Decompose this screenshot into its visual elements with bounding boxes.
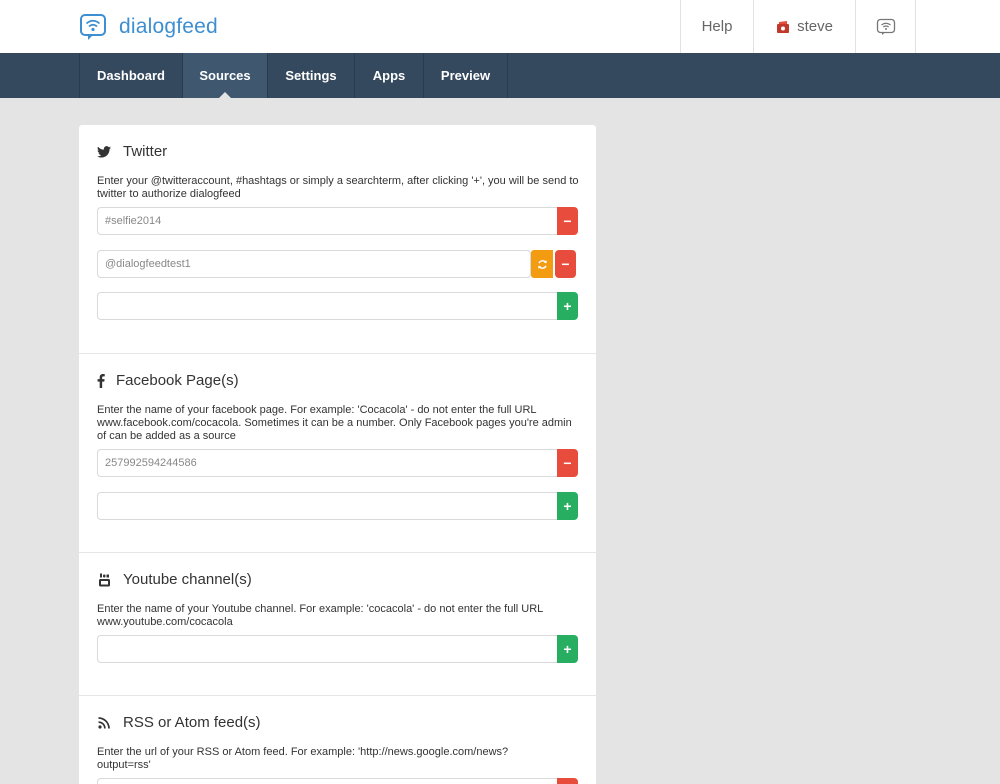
feed-icon xyxy=(876,18,895,35)
add-button[interactable]: + xyxy=(557,635,578,663)
user-menu[interactable]: steve xyxy=(753,0,855,53)
facebook-add-row: + xyxy=(97,492,578,520)
twitter-title-text: Twitter xyxy=(123,143,168,160)
remove-button[interactable]: − xyxy=(555,250,576,278)
plus-icon: + xyxy=(563,641,572,657)
youtube-add-row: + xyxy=(97,635,578,663)
help-link[interactable]: Help xyxy=(680,0,753,53)
tab-apps[interactable]: Apps xyxy=(355,53,424,98)
dialogfeed-logo-icon xyxy=(80,14,106,40)
plus-icon: + xyxy=(563,498,572,514)
twitter-section: Twitter Enter your @twitteraccount, #has… xyxy=(79,125,596,353)
user-avatar-icon xyxy=(776,20,790,34)
rss-description: Enter the url of your RSS or Atom feed. … xyxy=(97,746,509,771)
twitter-entry-row: #selfie2014 − xyxy=(97,207,578,235)
brand-name: dialogfeed xyxy=(119,15,218,38)
minus-icon: − xyxy=(563,455,572,471)
refresh-icon xyxy=(537,259,547,269)
youtube-icon xyxy=(96,573,112,587)
twitter-new-source-input[interactable] xyxy=(97,292,557,320)
twitter-entry-field[interactable]: #selfie2014 xyxy=(97,207,557,235)
tab-sources[interactable]: Sources xyxy=(183,53,268,98)
youtube-description: Enter the name of your Youtube channel. … xyxy=(97,603,543,628)
youtube-new-source-input[interactable] xyxy=(97,635,557,663)
facebook-title-text: Facebook Page(s) xyxy=(116,372,239,389)
twitter-icon xyxy=(96,145,112,158)
rss-entry-field[interactable] xyxy=(97,778,557,784)
facebook-entry-row: 257992594244586 − xyxy=(97,449,578,477)
refresh-auth-button[interactable] xyxy=(531,250,553,278)
facebook-new-source-input[interactable] xyxy=(97,492,557,520)
rss-entry-row: − xyxy=(97,778,578,784)
minus-icon: − xyxy=(563,213,572,229)
minus-icon: − xyxy=(561,256,570,272)
top-nav: Help steve xyxy=(680,0,916,53)
facebook-icon xyxy=(96,373,105,388)
rss-title: RSS or Atom feed(s) xyxy=(96,714,261,731)
facebook-section: Facebook Page(s) Enter the name of your … xyxy=(79,353,596,552)
twitter-entry-field[interactable]: @dialogfeedtest1 xyxy=(97,250,531,278)
main-nav: Dashboard Sources Settings Apps Preview xyxy=(0,53,1000,98)
tab-dashboard[interactable]: Dashboard xyxy=(80,53,183,98)
remove-button[interactable]: − xyxy=(557,449,578,477)
feed-button[interactable] xyxy=(855,0,916,53)
user-name: steve xyxy=(797,18,833,35)
add-button[interactable]: + xyxy=(557,292,578,320)
youtube-section: Youtube channel(s) Enter the name of you… xyxy=(79,552,596,695)
remove-button[interactable]: − xyxy=(557,207,578,235)
twitter-entry-row: @dialogfeedtest1 − xyxy=(97,250,576,278)
remove-button[interactable]: − xyxy=(557,778,578,784)
rss-title-text: RSS or Atom feed(s) xyxy=(123,714,261,731)
plus-icon: + xyxy=(563,298,572,314)
twitter-description: Enter your @twitteraccount, #hashtags or… xyxy=(97,175,579,200)
facebook-description: Enter the name of your facebook page. Fo… xyxy=(97,404,572,442)
facebook-title: Facebook Page(s) xyxy=(96,372,239,389)
youtube-title: Youtube channel(s) xyxy=(96,571,252,588)
youtube-title-text: Youtube channel(s) xyxy=(123,571,252,588)
twitter-title: Twitter xyxy=(96,143,167,160)
top-header: dialogfeed Help steve xyxy=(0,0,1000,53)
tab-preview[interactable]: Preview xyxy=(424,53,508,98)
logo[interactable]: dialogfeed xyxy=(79,12,218,42)
tab-settings[interactable]: Settings xyxy=(268,53,355,98)
rss-icon xyxy=(96,716,112,729)
rss-section: RSS or Atom feed(s) Enter the url of you… xyxy=(79,695,596,784)
facebook-entry-field[interactable]: 257992594244586 xyxy=(97,449,557,477)
sources-panel: Twitter Enter your @twitteraccount, #has… xyxy=(79,125,596,784)
nav-tabs: Dashboard Sources Settings Apps Preview xyxy=(79,53,508,98)
twitter-add-row: + xyxy=(97,292,578,320)
add-button[interactable]: + xyxy=(557,492,578,520)
